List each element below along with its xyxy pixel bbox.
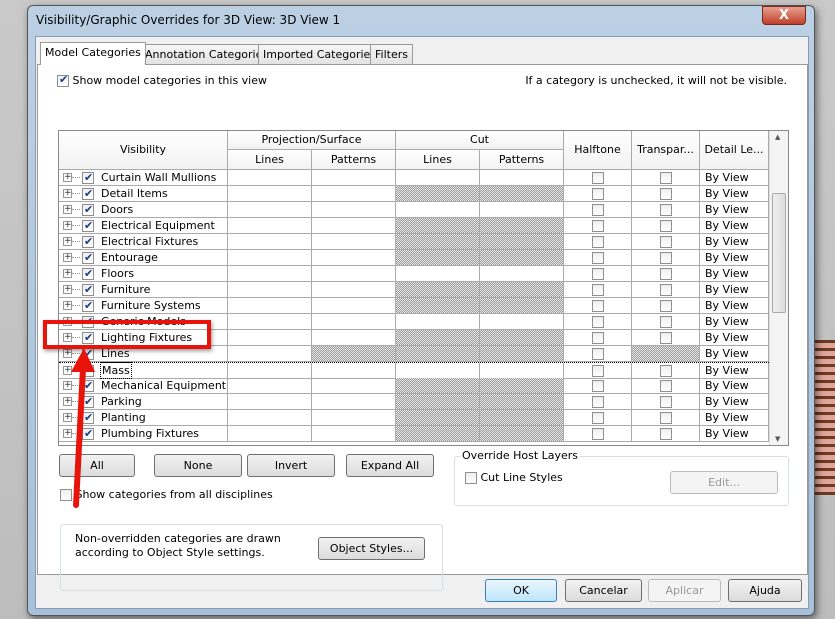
tab-model-categories[interactable]: Model Categories	[40, 42, 146, 65]
annotation-arrow-icon	[71, 348, 95, 508]
